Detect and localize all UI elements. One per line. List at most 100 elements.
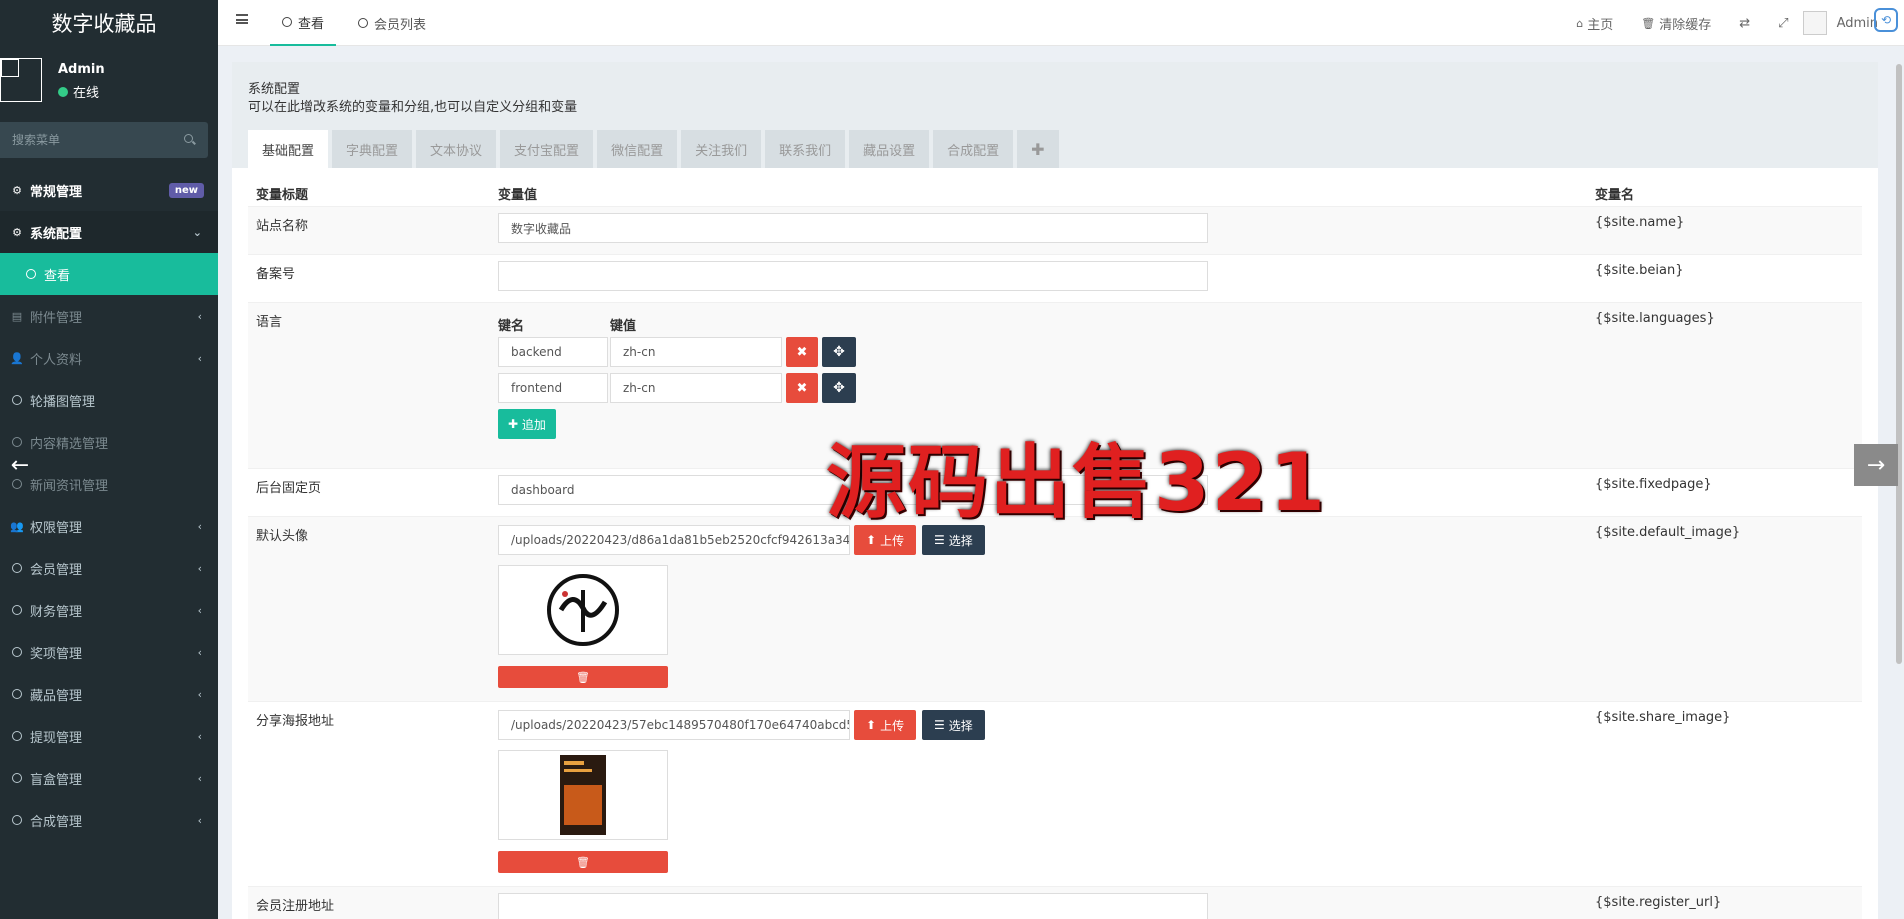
tab-member-list[interactable]: 会员列表	[346, 0, 438, 46]
chevron-left-icon: ‹	[197, 561, 202, 575]
sidebar-item-label: 权限管理	[30, 520, 83, 536]
tab-compose-config[interactable]: 合成配置	[933, 130, 1014, 168]
sidebar-item-profile[interactable]: 👤 个人资料 ‹	[0, 337, 218, 379]
sidebar-item-attachment[interactable]: ▤ 附件管理 ‹	[0, 295, 218, 337]
sidebar-menu: ⚙ 常规管理 new ⚙ 系统配置 ⌄ 查看 ▤ 附件管理 ‹ 👤 个人资料 ‹…	[0, 169, 218, 841]
fullscreen-button[interactable]: ⤢	[1764, 16, 1802, 31]
delete-button[interactable]: 🗑	[498, 851, 668, 873]
tab-text-agreement[interactable]: 文本协议	[416, 130, 497, 168]
menu-toggle-icon[interactable]	[236, 14, 248, 24]
row-var: {$site.beian}	[1595, 263, 1684, 278]
tab-wechat[interactable]: 微信配置	[597, 130, 678, 168]
circle-icon	[24, 269, 38, 279]
file-icon: ▤	[11, 309, 23, 323]
sidebar-item-collection[interactable]: 藏品管理 ‹	[0, 673, 218, 715]
add-tab-button[interactable]: ✚	[1017, 130, 1059, 168]
list-icon: ☰	[934, 718, 945, 732]
lang-key-input[interactable]: backend	[498, 337, 608, 367]
site-name-input[interactable]: 数字收藏品	[498, 213, 1208, 243]
avatar[interactable]	[1802, 11, 1827, 35]
tab-collection-settings[interactable]: 藏品设置	[849, 130, 930, 168]
fullscreen-icon: ⤢	[1778, 15, 1789, 31]
online-dot-icon	[58, 86, 68, 97]
drag-handle[interactable]: ✥	[822, 337, 856, 367]
row-label: 语言	[256, 315, 283, 330]
circle-icon	[358, 18, 368, 28]
upload-icon: ⬆	[866, 718, 877, 732]
tab-contact-us[interactable]: 联系我们	[765, 130, 846, 168]
row-var: {$site.register_url}	[1595, 895, 1722, 910]
search-input[interactable]	[12, 133, 184, 147]
translate-icon[interactable]: ⟲	[1874, 8, 1898, 32]
append-button[interactable]: ✚ 追加	[498, 409, 556, 439]
language-button[interactable]: ⇄	[1725, 16, 1764, 31]
sidebar-item-label: 盲盒管理	[30, 772, 83, 788]
sidebar-item-member[interactable]: 会员管理 ‹	[0, 547, 218, 589]
key-header: 键名	[498, 319, 525, 334]
app-logo[interactable]: 数字收藏品	[0, 0, 218, 46]
value-header: 键值	[610, 319, 637, 334]
circle-icon	[10, 605, 24, 615]
drag-handle[interactable]: ✥	[822, 373, 856, 403]
header-title: 变量标题	[256, 188, 309, 203]
trash-icon: 🗑	[1641, 16, 1656, 30]
user-icon: 👤	[10, 351, 24, 365]
row-label: 会员注册地址	[256, 899, 335, 914]
chevron-left-icon: ‹	[197, 309, 202, 323]
arrow-left-icon[interactable]: ←	[0, 444, 40, 486]
scrollbar[interactable]	[1896, 64, 1902, 664]
sidebar-item-withdraw[interactable]: 提现管理 ‹	[0, 715, 218, 757]
clear-cache-button[interactable]: 🗑 清除缓存	[1627, 14, 1725, 33]
page-subtitle: 可以在此增改系统的变量和分组,也可以自定义分组和变量	[248, 100, 578, 115]
beian-input[interactable]	[498, 261, 1208, 291]
sidebar-item-permission[interactable]: 👥 权限管理 ‹	[0, 505, 218, 547]
arrow-right-icon[interactable]: →	[1854, 444, 1898, 486]
tab-basic[interactable]: 基础配置	[248, 130, 329, 168]
circle-icon	[10, 773, 24, 783]
sidebar-item-system-config[interactable]: ⚙ 系统配置 ⌄	[0, 211, 218, 253]
sidebar-item-label: 会员管理	[30, 562, 83, 578]
trash-icon: 🗑	[576, 855, 590, 869]
sidebar-item-label: 合成管理	[30, 814, 83, 830]
sidebar-item-compose[interactable]: 合成管理 ‹	[0, 799, 218, 841]
tab-alipay[interactable]: 支付宝配置	[500, 130, 594, 168]
user-status: 在线	[58, 82, 99, 101]
tab-dictionary[interactable]: 字典配置	[332, 130, 413, 168]
sidebar-item-label: 提现管理	[30, 730, 83, 746]
delete-button[interactable]: 🗑	[498, 666, 668, 688]
sidebar-item-award[interactable]: 奖项管理 ‹	[0, 631, 218, 673]
sidebar-item-label: 附件管理	[30, 310, 83, 326]
tab-view[interactable]: 查看	[270, 0, 337, 46]
lang-value-input[interactable]: zh-cn	[610, 373, 782, 403]
language-icon: ⇄	[1739, 15, 1751, 31]
remove-button[interactable]: ✖	[786, 373, 818, 403]
tab-follow-us[interactable]: 关注我们	[681, 130, 762, 168]
sidebar-item-view[interactable]: 查看	[0, 253, 218, 295]
circle-icon	[10, 731, 24, 741]
lang-value-input[interactable]: zh-cn	[610, 337, 782, 367]
register-url-input[interactable]	[498, 893, 1208, 919]
upload-button[interactable]: ⬆ 上传	[854, 710, 917, 740]
select-button[interactable]: ☰ 选择	[922, 710, 985, 740]
chevron-left-icon: ‹	[197, 729, 202, 743]
new-badge: new	[168, 182, 204, 198]
sidebar-search	[0, 122, 208, 158]
sidebar-item-label: 系统配置	[30, 226, 83, 242]
chevron-left-icon: ‹	[197, 813, 202, 827]
sidebar-item-blindbox[interactable]: 盲盒管理 ‹	[0, 757, 218, 799]
search-icon[interactable]	[184, 134, 196, 146]
share-image-input[interactable]: /uploads/20220423/57ebc1489570480f170e64…	[498, 710, 850, 740]
sidebar-item-finance[interactable]: 财务管理 ‹	[0, 589, 218, 631]
sidebar-item-label: 内容精选管理	[30, 436, 109, 452]
default-image-input[interactable]: /uploads/20220423/d86a1da81b5eb2520cfcf9…	[498, 525, 850, 555]
sidebar-item-banner[interactable]: 轮播图管理	[0, 379, 218, 421]
sidebar-item-general[interactable]: ⚙ 常规管理 new	[0, 169, 218, 211]
lang-key-input[interactable]: frontend	[498, 373, 608, 403]
group-icon: 👥	[10, 519, 24, 533]
panel-heading: 系统配置 可以在此增改系统的变量和分组,也可以自定义分组和变量 基础配置 字典配…	[232, 62, 1878, 168]
remove-button[interactable]: ✖	[786, 337, 818, 367]
select-label: 选择	[948, 533, 973, 548]
row-var: {$site.fixedpage}	[1595, 477, 1712, 492]
home-link[interactable]: ⌂ 主页	[1562, 14, 1627, 33]
circle-icon	[10, 395, 24, 405]
